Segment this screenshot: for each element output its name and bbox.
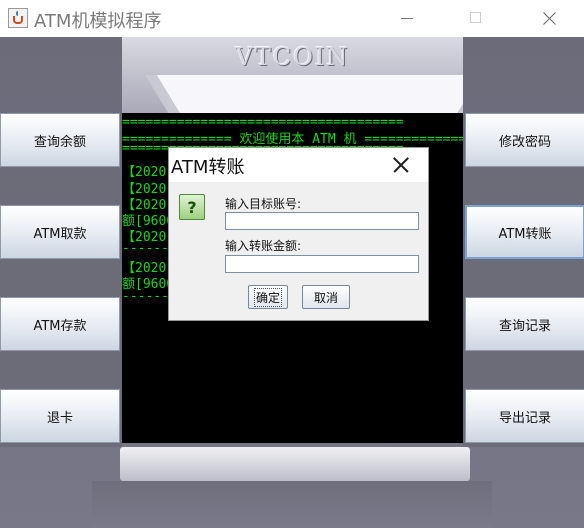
eject-card-button[interactable]: 退卡 (0, 389, 120, 443)
dialog-title: ATM转账 (171, 157, 245, 178)
transfer-dialog: ATM转账 ? 输入目标账号: 输入转账金额: 确定 取消 (168, 147, 429, 321)
dialog-close-icon[interactable] (391, 155, 411, 175)
minimize-icon[interactable] (384, 0, 430, 37)
target-account-label: 输入目标账号: (225, 197, 302, 211)
question-icon: ? (179, 194, 205, 220)
java-cup-icon (8, 8, 28, 28)
dialog-titlebar: ATM转账 (169, 148, 428, 182)
atm-brand: VTCOIN (235, 43, 350, 71)
ok-button-label: 确定 (253, 287, 282, 307)
deposit-button[interactable]: ATM存款 (0, 297, 120, 351)
maximize-icon[interactable] (452, 0, 498, 37)
target-account-input[interactable] (225, 212, 419, 230)
right-button-column: 修改密码 ATM转账 查询记录 导出记录 (463, 113, 584, 447)
export-records-button[interactable]: 导出记录 (465, 389, 584, 443)
transfer-amount-label: 输入转账金额: (225, 239, 302, 253)
slot-shadow (92, 481, 492, 528)
close-window-icon[interactable] (526, 0, 572, 37)
left-button-column: 查询余额 ATM取款 ATM存款 退卡 (0, 113, 122, 447)
change-password-button[interactable]: 修改密码 (465, 113, 584, 167)
cancel-button[interactable]: 取消 (302, 285, 350, 309)
transfer-button[interactable]: ATM转账 (465, 205, 584, 259)
query-records-button[interactable]: 查询记录 (465, 297, 584, 351)
withdraw-button[interactable]: ATM取款 (0, 205, 120, 259)
window-titlebar: ATM机模拟程序 (0, 0, 584, 37)
atm-lamp (145, 75, 463, 113)
ok-button[interactable]: 确定 (248, 285, 288, 309)
transfer-amount-input[interactable] (225, 255, 419, 273)
card-slot (120, 447, 470, 481)
atm-top-panel: VTCOIN (122, 37, 463, 113)
balance-query-button[interactable]: 查询余额 (0, 113, 120, 167)
window-title: ATM机模拟程序 (34, 11, 162, 32)
